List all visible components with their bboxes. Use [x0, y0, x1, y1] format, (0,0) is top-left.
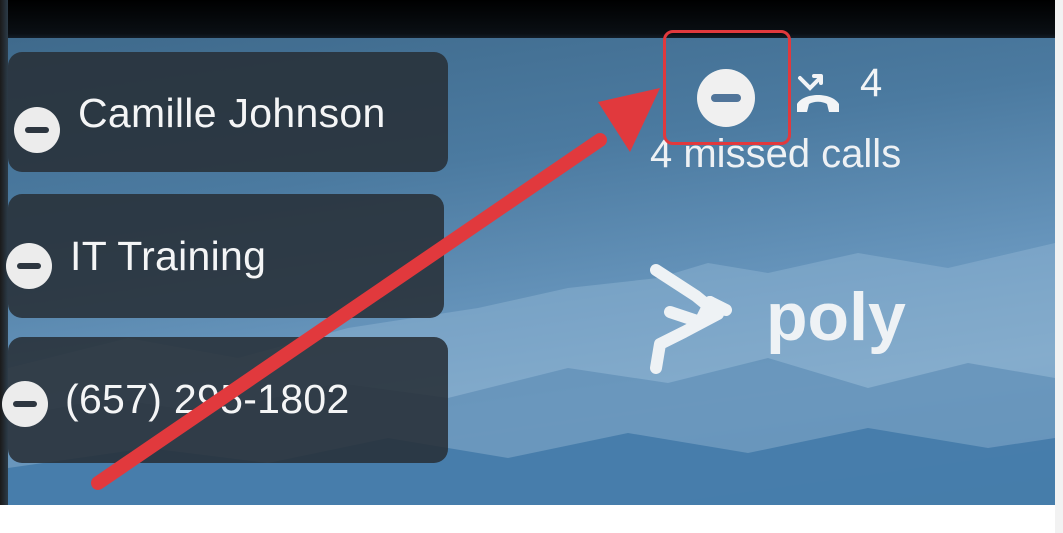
- screen-right-edge: [1055, 0, 1063, 533]
- annotation-arrow: [91, 88, 660, 490]
- screen-bottom-edge: [0, 505, 1063, 533]
- phone-screen: Camille Johnson IT Training (657) 295-18…: [0, 0, 1063, 533]
